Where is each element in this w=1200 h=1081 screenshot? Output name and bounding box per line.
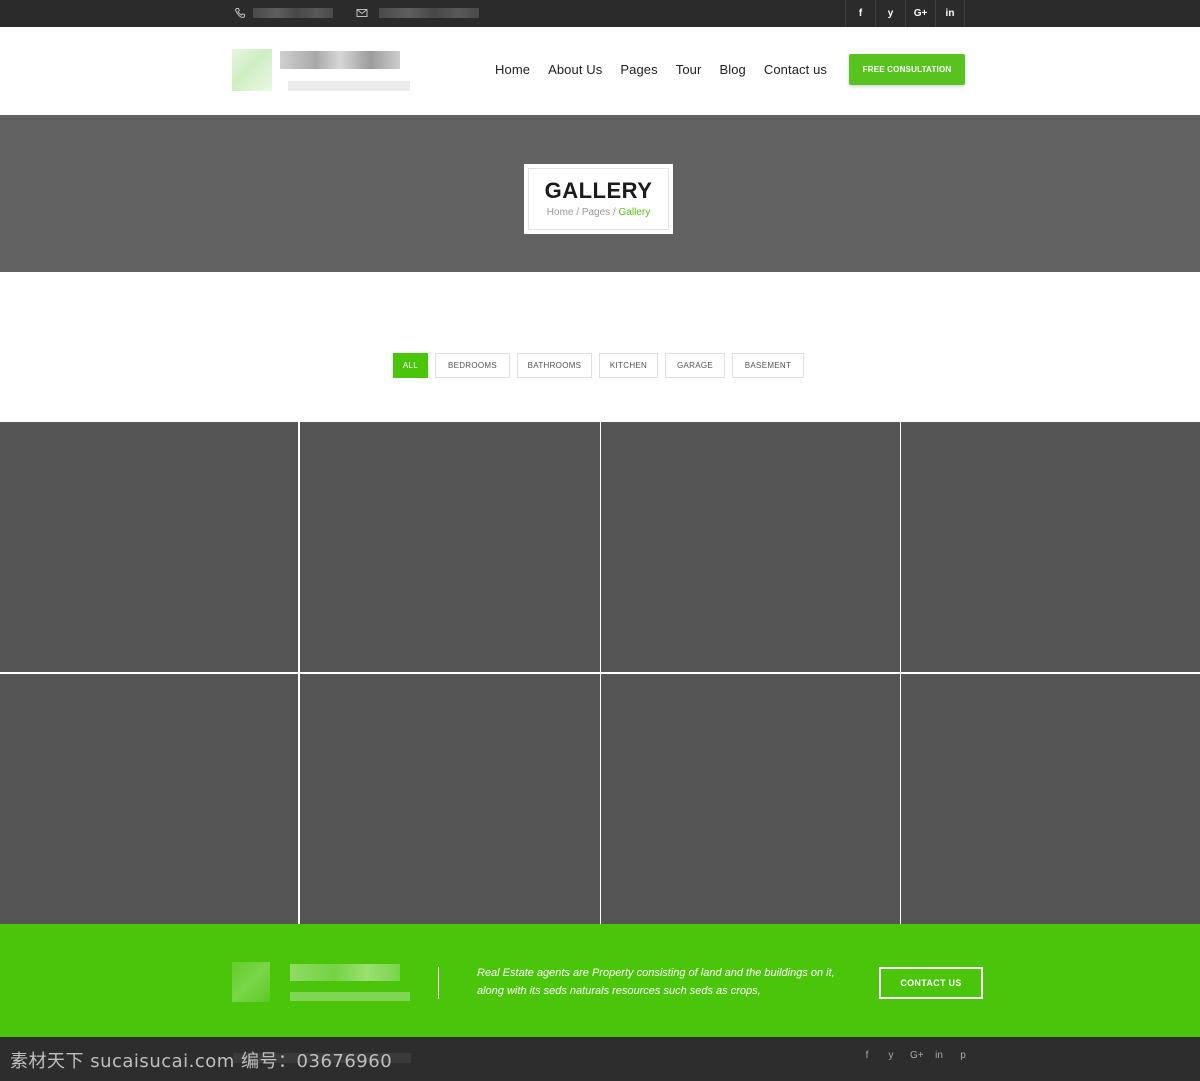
pinterest-icon[interactable]: p	[958, 1050, 968, 1061]
footer-logo-tagline-redacted	[290, 992, 410, 1001]
linkedin-icon[interactable]: in	[935, 0, 965, 27]
gallery-item[interactable]	[901, 674, 1200, 924]
gallery-filters: ALL BEDROOMS BATHROOMS KITCHEN GARAGE BA…	[393, 353, 804, 378]
facebook-icon[interactable]: f	[845, 0, 875, 27]
site-header: Home About Us Pages Tour Blog Contact us…	[0, 27, 1200, 115]
nav-about-us[interactable]: About Us	[548, 62, 602, 77]
footer-cta-section: Real Estate agents are Property consisti…	[0, 924, 1200, 1037]
social-links-bottom: f y G+ in p	[862, 1050, 968, 1061]
free-consultation-button[interactable]: FREE CONSULTATION	[849, 54, 965, 85]
facebook-icon[interactable]: f	[862, 1050, 872, 1061]
gallery-item[interactable]	[300, 674, 600, 924]
envelope-icon	[355, 6, 369, 20]
nav-blog[interactable]: Blog	[719, 62, 745, 77]
top-bar: f y G+ in	[0, 0, 1200, 27]
phone-number-redacted	[253, 8, 333, 18]
email-contact[interactable]	[355, 6, 479, 20]
nav-home[interactable]: Home	[495, 62, 530, 77]
breadcrumb-home[interactable]: Home	[547, 207, 574, 218]
gallery-item[interactable]	[0, 422, 298, 672]
site-logo[interactable]	[232, 49, 412, 95]
footer-logo[interactable]	[232, 962, 412, 1004]
twitter-icon[interactable]: y	[875, 0, 905, 27]
gallery-item[interactable]	[601, 422, 900, 672]
main-nav: Home About Us Pages Tour Blog Contact us	[495, 62, 827, 77]
logo-mark	[232, 49, 272, 91]
gallery-item[interactable]	[901, 422, 1200, 672]
filter-bathrooms[interactable]: BATHROOMS	[517, 353, 592, 378]
gallery-grid	[0, 421, 1200, 924]
twitter-icon[interactable]: y	[886, 1050, 896, 1061]
filter-kitchen[interactable]: KITCHEN	[599, 353, 658, 378]
footer-bottom-bar: 素材天下 sucaisucai.com 编号：03676960 f y G+ in p	[0, 1037, 1200, 1081]
google-plus-icon[interactable]: G+	[905, 0, 935, 27]
phone-icon	[233, 6, 247, 20]
linkedin-icon[interactable]: in	[934, 1050, 944, 1061]
page-banner: GALLERY Home / Pages / Gallery	[0, 115, 1200, 272]
nav-contact-us[interactable]: Contact us	[764, 62, 827, 77]
email-address-redacted	[379, 8, 479, 18]
gallery-item[interactable]	[601, 674, 900, 924]
logo-text-redacted	[280, 51, 400, 69]
nav-tour[interactable]: Tour	[676, 62, 702, 77]
watermark-text: 素材天下 sucaisucai.com 编号：03676960	[10, 1051, 393, 1072]
filter-all[interactable]: ALL	[393, 353, 428, 378]
gallery-item[interactable]	[0, 674, 298, 924]
footer-logo-text-redacted	[290, 964, 400, 981]
footer-divider	[438, 967, 439, 999]
footer-logo-mark	[232, 962, 270, 1002]
filter-bedrooms[interactable]: BEDROOMS	[435, 353, 510, 378]
logo-tagline-redacted	[288, 81, 410, 91]
breadcrumb-current: Gallery	[618, 207, 651, 218]
filter-basement[interactable]: BASEMENT	[732, 353, 804, 378]
page-title: GALLERY	[544, 178, 653, 203]
breadcrumb-pages[interactable]: Pages	[582, 207, 610, 218]
nav-pages[interactable]: Pages	[620, 62, 657, 77]
contact-us-button[interactable]: CONTACT US	[879, 967, 983, 999]
page-title-box: GALLERY Home / Pages / Gallery	[524, 164, 673, 234]
footer-description: Real Estate agents are Property consisti…	[477, 967, 835, 997]
breadcrumb: Home / Pages / Gallery	[546, 207, 651, 218]
social-links-top: f y G+ in	[845, 0, 965, 27]
filter-garage[interactable]: GARAGE	[665, 353, 725, 378]
google-plus-icon[interactable]: G+	[910, 1050, 924, 1061]
gallery-item[interactable]	[300, 422, 600, 672]
phone-contact[interactable]	[233, 6, 333, 20]
